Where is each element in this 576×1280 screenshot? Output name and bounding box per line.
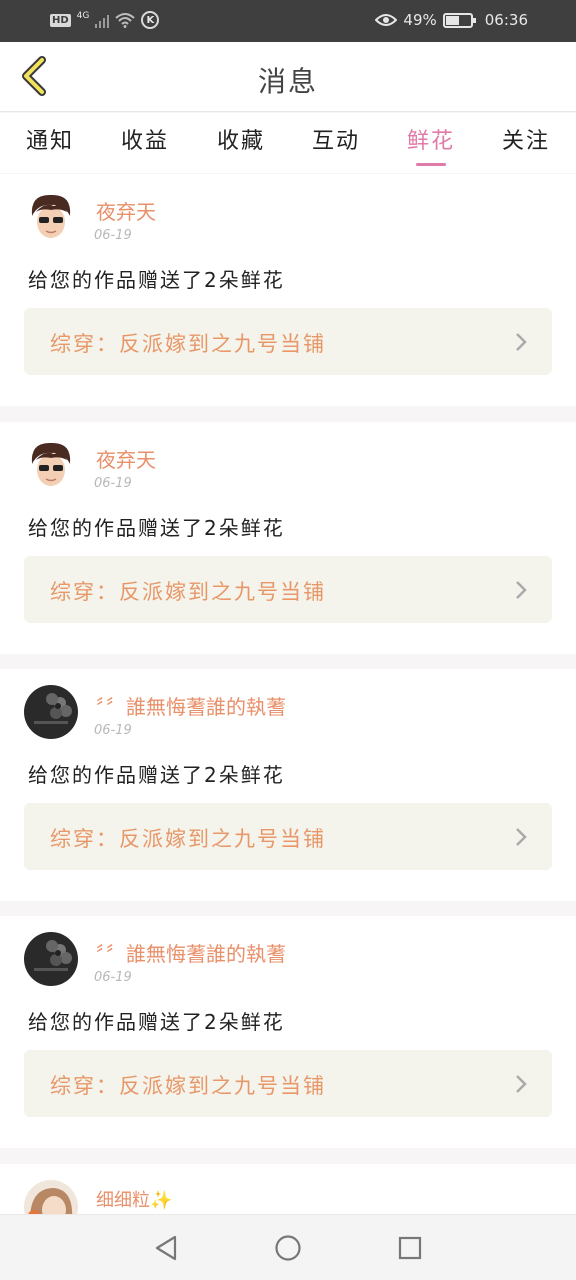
- tab-bar: 通知 收益 收藏 互动 鲜花 关注: [0, 113, 576, 173]
- nav-home-button[interactable]: [273, 1233, 303, 1263]
- nav-back-button[interactable]: [151, 1233, 181, 1263]
- eye-icon: [375, 14, 398, 26]
- signal-icon: [95, 13, 110, 28]
- battery-icon: [442, 12, 476, 28]
- message-card: 夜弃天 06-19 给您的作品赠送了2朵鲜花 综穿：反派嫁到之九号当铺: [0, 422, 576, 654]
- app-header: 消息: [0, 42, 576, 112]
- tab-following[interactable]: 关注: [486, 123, 566, 155]
- work-title: 综穿：反派嫁到之九号当铺: [50, 332, 326, 356]
- username[interactable]: 夜弃天: [96, 444, 156, 473]
- message-date: 06-19: [94, 970, 132, 985]
- chevron-right-icon: [516, 333, 527, 351]
- work-title: 综穿：反派嫁到之九号当铺: [50, 1074, 326, 1098]
- page-title: 消息: [257, 65, 318, 98]
- work-title: 综穿：反派嫁到之九号当铺: [50, 580, 326, 604]
- dark-flower-avatar-icon: [24, 685, 78, 739]
- wifi-icon: [115, 13, 136, 28]
- username[interactable]: 〞〞誰無悔蓍誰的執蓍: [96, 938, 286, 967]
- status-right: 49% 06:36: [375, 11, 528, 29]
- battery-level: [445, 15, 459, 25]
- message-date: 06-19: [94, 228, 132, 243]
- tab-flowers-label: 鲜花: [406, 129, 455, 154]
- message-card: 夜弃天 06-19 给您的作品赠送了2朵鲜花 综穿：反派嫁到之九号当铺: [0, 174, 576, 406]
- circle-home-icon: [275, 1235, 301, 1261]
- nav-recents-button[interactable]: [395, 1233, 425, 1263]
- chevron-right-icon: [516, 828, 527, 846]
- work-link[interactable]: 综穿：反派嫁到之九号当铺: [24, 556, 552, 623]
- avatar[interactable]: [24, 685, 78, 739]
- tab-earnings[interactable]: 收益: [105, 123, 185, 155]
- message-text: 给您的作品赠送了2朵鲜花: [28, 516, 285, 540]
- status-left: HD 4G K: [50, 10, 160, 29]
- active-tab-indicator: [416, 163, 446, 166]
- work-link[interactable]: 综穿：反派嫁到之九号当铺: [24, 308, 552, 375]
- username[interactable]: 夜弃天: [96, 196, 156, 225]
- status-bar: HD 4G K 49% 06:36: [0, 0, 576, 42]
- square-recents-icon: [398, 1236, 422, 1260]
- message-text: 给您的作品赠送了2朵鲜花: [28, 268, 285, 292]
- avatar[interactable]: [24, 190, 78, 244]
- nfc-letter: K: [146, 14, 155, 26]
- message-text: 给您的作品赠送了2朵鲜花: [28, 1010, 285, 1034]
- tab-notifications[interactable]: 通知: [10, 123, 90, 155]
- network-type: 4G: [76, 10, 90, 21]
- work-link[interactable]: 综穿：反派嫁到之九号当铺: [24, 1050, 552, 1117]
- cartoon-man-avatar-icon: [24, 438, 78, 492]
- message-card: 〞〞誰無悔蓍誰的執蓍 06-19 给您的作品赠送了2朵鲜花 综穿：反派嫁到之九号…: [0, 916, 576, 1148]
- tab-flowers[interactable]: 鲜花: [391, 123, 471, 166]
- message-card: 〞〞誰無悔蓍誰的執蓍 06-19 给您的作品赠送了2朵鲜花 综穿：反派嫁到之九号…: [0, 669, 576, 901]
- avatar[interactable]: [24, 438, 78, 492]
- hd-badge: HD: [50, 13, 71, 27]
- work-title: 综穿：反派嫁到之九号当铺: [50, 827, 326, 851]
- tab-favorites[interactable]: 收藏: [201, 123, 281, 155]
- battery-percent: 49%: [403, 11, 437, 29]
- cartoon-man-avatar-icon: [24, 190, 78, 244]
- message-text: 给您的作品赠送了2朵鲜花: [28, 763, 285, 787]
- dark-flower-avatar-icon: [24, 932, 78, 986]
- message-date: 06-19: [94, 723, 132, 738]
- message-date: 06-19: [94, 476, 132, 491]
- nfc-icon: K: [141, 11, 160, 29]
- chevron-right-icon: [516, 581, 527, 599]
- username[interactable]: 细细粒✨: [96, 1186, 172, 1212]
- avatar[interactable]: [24, 932, 78, 986]
- chevron-right-icon: [516, 1075, 527, 1093]
- username[interactable]: 〞〞誰無悔蓍誰的執蓍: [96, 691, 286, 720]
- work-link[interactable]: 综穿：反派嫁到之九号当铺: [24, 803, 552, 870]
- tab-interactions[interactable]: 互动: [296, 123, 376, 155]
- system-nav-bar: [0, 1214, 576, 1280]
- triangle-back-icon: [155, 1235, 177, 1261]
- clock: 06:36: [484, 11, 528, 29]
